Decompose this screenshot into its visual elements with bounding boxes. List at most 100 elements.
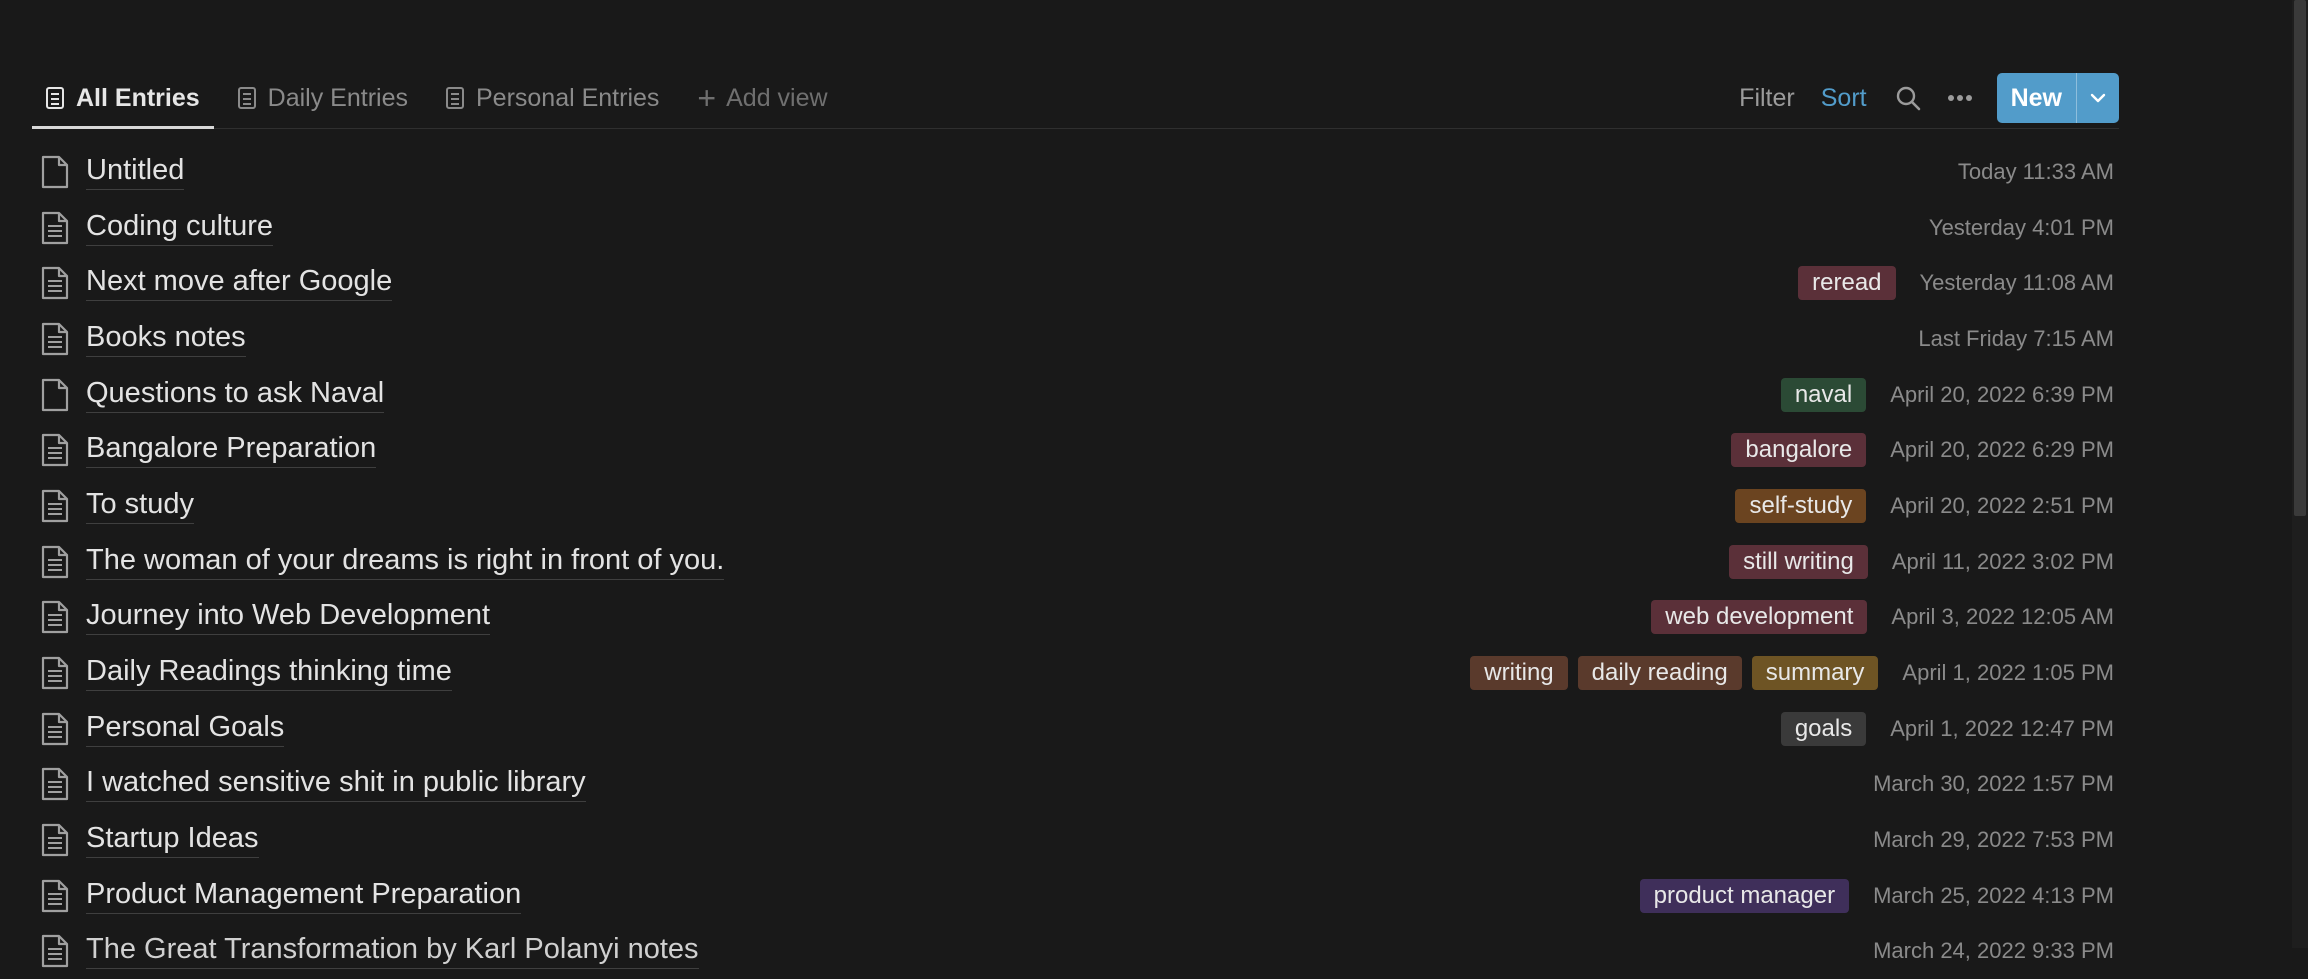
entry-meta: naval April 20, 2022 6:39 PM bbox=[1771, 377, 2114, 412]
entry-title[interactable]: Bangalore Preparation bbox=[86, 432, 377, 469]
entry-title[interactable]: Personal Goals bbox=[86, 711, 285, 747]
tag-badge: self-study bbox=[1735, 488, 1867, 523]
table-row[interactable]: To study self-study April 20, 2022 2:51 PM bbox=[32, 478, 2114, 534]
scrollbar[interactable] bbox=[2292, 0, 2308, 948]
entry-meta: writing daily reading summary April 1, 2022… bbox=[1460, 656, 2114, 691]
entry-meta: self-study April 20, 2022 2:51 PM bbox=[1725, 488, 2114, 523]
text-page-icon bbox=[40, 712, 70, 746]
new-button-group: New bbox=[1996, 73, 2119, 123]
text-page-icon bbox=[40, 266, 70, 300]
entry-title[interactable]: Books notes bbox=[86, 321, 246, 357]
entry-date: March 29, 2022 7:53 PM bbox=[1873, 827, 2114, 853]
entry-date: Last Friday 7:15 AM bbox=[1918, 325, 2114, 351]
view-toolbar: All Entries Daily Entries Personal Entri… bbox=[32, 68, 2119, 129]
table-row[interactable]: Untitled Today 11:33 AM bbox=[32, 144, 2114, 200]
list-view-icon bbox=[237, 87, 256, 109]
entry-date: March 30, 2022 1:57 PM bbox=[1873, 771, 2114, 797]
entry-title[interactable]: Untitled bbox=[86, 154, 185, 190]
table-row[interactable]: Questions to ask Naval naval April 20, 202… bbox=[32, 367, 2114, 423]
entry-date: March 25, 2022 4:13 PM bbox=[1873, 882, 2114, 908]
table-row[interactable]: Startup Ideas March 29, 2022 7:53 PM bbox=[32, 812, 2114, 868]
more-icon[interactable] bbox=[1945, 83, 1975, 113]
tab-label: Daily Entries bbox=[267, 83, 408, 112]
entry-meta: March 30, 2022 1:57 PM bbox=[1849, 771, 2114, 797]
table-row[interactable]: Bangalore Preparation bangalore April 20, … bbox=[32, 422, 2114, 478]
table-row[interactable]: Personal Goals goals April 1, 2022 12:47 P… bbox=[32, 701, 2114, 757]
tag-badge: web development bbox=[1651, 600, 1868, 635]
entry-date: April 20, 2022 6:29 PM bbox=[1890, 437, 2114, 463]
tab-daily-entries[interactable]: Daily Entries bbox=[224, 68, 422, 128]
tag-badge: writing bbox=[1470, 656, 1568, 691]
tag-badge: naval bbox=[1780, 377, 1867, 412]
entry-title[interactable]: Next move after Google bbox=[86, 265, 393, 302]
entry-date: Yesterday 4:01 PM bbox=[1928, 214, 2114, 240]
tag-badge: summary bbox=[1751, 656, 1879, 691]
table-row[interactable]: The woman of your dreams is right in fro… bbox=[32, 534, 2114, 590]
add-view-button[interactable]: + Add view bbox=[683, 68, 841, 128]
text-page-icon bbox=[40, 600, 70, 634]
blank-page-icon bbox=[40, 155, 70, 189]
entry-date: Yesterday 11:08 AM bbox=[1919, 270, 2114, 296]
table-row[interactable]: I watched sensitive shit in public libra… bbox=[32, 757, 2114, 813]
entry-title[interactable]: The Great Transformation by Karl Polanyi… bbox=[86, 933, 699, 970]
entry-meta: still writing April 11, 2022 3:02 PM bbox=[1719, 544, 2114, 579]
text-page-icon bbox=[40, 489, 70, 523]
table-row[interactable]: Daily Readings thinking time writing daily… bbox=[32, 645, 2114, 701]
entry-date: April 3, 2022 12:05 AM bbox=[1891, 604, 2114, 630]
table-row[interactable]: Coding culture Yesterday 4:01 PM bbox=[32, 200, 2114, 256]
tag-badge: daily reading bbox=[1577, 656, 1742, 691]
table-row[interactable]: Next move after Google reread Yesterday 11… bbox=[32, 255, 2114, 311]
entry-meta: Today 11:33 AM bbox=[1934, 159, 2114, 185]
entry-meta: bangalore April 20, 2022 6:29 PM bbox=[1721, 433, 2114, 468]
entry-title[interactable]: Product Management Preparation bbox=[86, 878, 522, 914]
entry-title[interactable]: Questions to ask Naval bbox=[86, 377, 385, 413]
tag-badge: product manager bbox=[1639, 878, 1850, 913]
table-row[interactable]: The Great Transformation by Karl Polanyi… bbox=[32, 924, 2114, 979]
entry-title[interactable]: I watched sensitive shit in public libra… bbox=[86, 766, 586, 803]
entry-title[interactable]: To study bbox=[86, 488, 194, 524]
entry-meta: reread Yesterday 11:08 AM bbox=[1788, 266, 2114, 301]
tab-personal-entries[interactable]: Personal Entries bbox=[432, 68, 673, 128]
blank-page-icon bbox=[40, 378, 70, 412]
text-page-icon bbox=[40, 322, 70, 356]
entry-meta: Last Friday 7:15 AM bbox=[1894, 326, 2114, 352]
view-actions: Filter Sort New bbox=[1739, 68, 2119, 128]
entry-title[interactable]: Journey into Web Development bbox=[86, 599, 491, 636]
text-page-icon bbox=[40, 823, 70, 857]
entry-date: April 20, 2022 2:51 PM bbox=[1890, 492, 2114, 518]
text-page-icon bbox=[40, 934, 70, 968]
text-page-icon bbox=[40, 545, 70, 579]
text-page-icon bbox=[40, 211, 70, 245]
text-page-icon bbox=[40, 433, 70, 467]
new-button[interactable]: New bbox=[1997, 73, 2076, 123]
scroll-thumb[interactable] bbox=[2294, 0, 2306, 516]
entry-meta: web development April 3, 2022 12:05 AM bbox=[1641, 600, 2114, 635]
entry-title[interactable]: Coding culture bbox=[86, 210, 273, 246]
tab-all-entries[interactable]: All Entries bbox=[32, 68, 214, 129]
entry-date: April 11, 2022 3:02 PM bbox=[1891, 548, 2114, 574]
entry-meta: goals April 1, 2022 12:47 PM bbox=[1771, 711, 2114, 746]
view-tabs: All Entries Daily Entries Personal Entri… bbox=[32, 68, 852, 129]
text-page-icon bbox=[40, 656, 70, 690]
entry-title[interactable]: Daily Readings thinking time bbox=[86, 655, 452, 692]
entry-date: April 20, 2022 6:39 PM bbox=[1890, 381, 2114, 407]
add-view-label: Add view bbox=[726, 83, 828, 112]
entry-date: April 1, 2022 12:47 PM bbox=[1890, 715, 2114, 741]
text-page-icon bbox=[40, 879, 70, 913]
entries-list: Untitled Today 11:33 AM Coding culture Yest… bbox=[32, 144, 2114, 979]
entry-meta: March 24, 2022 9:33 PM bbox=[1849, 938, 2114, 964]
table-row[interactable]: Journey into Web Development web developm… bbox=[32, 590, 2114, 646]
tab-label: All Entries bbox=[76, 83, 200, 112]
sort-button[interactable]: Sort bbox=[1821, 84, 1867, 113]
entry-title[interactable]: The woman of your dreams is right in fro… bbox=[86, 544, 725, 580]
tag-badge: still writing bbox=[1729, 544, 1868, 579]
search-icon[interactable] bbox=[1893, 83, 1923, 113]
entry-meta: March 29, 2022 7:53 PM bbox=[1849, 827, 2114, 853]
entry-date: March 24, 2022 9:33 PM bbox=[1873, 938, 2114, 964]
table-row[interactable]: Product Management Preparation product ma… bbox=[32, 868, 2114, 924]
entry-title[interactable]: Startup Ideas bbox=[86, 822, 259, 859]
list-view-icon bbox=[445, 87, 464, 109]
table-row[interactable]: Books notes Last Friday 7:15 AM bbox=[32, 311, 2114, 367]
chevron-down-icon[interactable] bbox=[2076, 73, 2119, 123]
filter-button[interactable]: Filter bbox=[1739, 84, 1795, 113]
